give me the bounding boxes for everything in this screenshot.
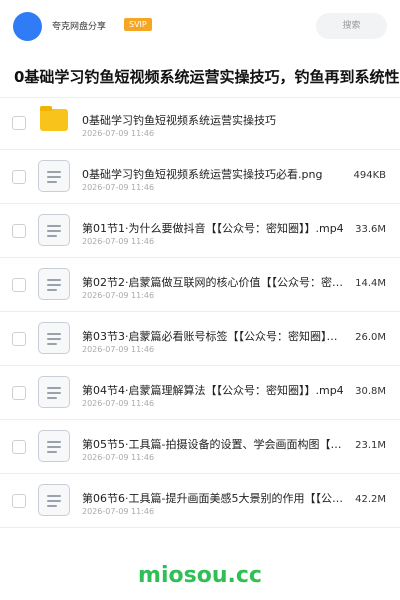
checkbox[interactable]: [12, 170, 26, 184]
file-row[interactable]: 0基础学习钓鱼短视频系统运营实操技巧 2026-07-09 11:46: [0, 96, 400, 150]
file-name: 第04节4·启蒙篇理解算法【【公众号：密知圈】】.mp4: [82, 384, 344, 397]
file-icon: [38, 214, 70, 246]
file-name: 第05节5·工具篇-拍摄设备的设置、学会画面构图【【公众号：密知圈】】.mp4: [82, 438, 344, 451]
checkbox[interactable]: [12, 386, 26, 400]
file-date: 2026-07-09 11:46: [82, 507, 155, 516]
file-row[interactable]: 第02节2·启蒙篇做互联网的核心价值【【公众号：密知圈】】.mp4 2026-07…: [0, 258, 400, 312]
file-row[interactable]: 第05节5·工具篇-拍摄设备的设置、学会画面构图【【公众号：密知圈】】.mp4 2…: [0, 420, 400, 474]
file-date: 2026-07-09 11:46: [82, 453, 155, 462]
file-row[interactable]: 第06节6·工具篇-提升画面美感5大景别的作用【【公众号：密知圈】】.mp4 20…: [0, 474, 400, 528]
file-size: 26.0M: [355, 332, 386, 343]
checkbox[interactable]: [12, 332, 26, 346]
file-name: 第01节1·为什么要做抖音【【公众号：密知圈】】.mp4: [82, 222, 344, 235]
file-size: 494KB: [353, 170, 386, 181]
file-size: 14.4M: [355, 278, 386, 289]
checkbox[interactable]: [12, 494, 26, 508]
file-name: 第03节3·启蒙篇必看账号标签【【公众号：密知圈】】.mp4: [82, 330, 344, 343]
top-bar: 夸克网盘分享 SVIP 搜索: [0, 0, 400, 52]
file-name: 第02节2·启蒙篇做互联网的核心价值【【公众号：密知圈】】.mp4: [82, 276, 344, 289]
file-date: 2026-07-09 11:46: [82, 399, 155, 408]
file-date: 2026-07-09 11:46: [82, 345, 155, 354]
file-size: 23.1M: [355, 440, 386, 451]
file-icon: [38, 322, 70, 354]
file-row[interactable]: 第03节3·启蒙篇必看账号标签【【公众号：密知圈】】.mp4 2026-07-09…: [0, 312, 400, 366]
watermark: miosou.cc: [138, 563, 262, 588]
file-size: 42.2M: [355, 494, 386, 505]
file-icon: [38, 484, 70, 516]
checkbox[interactable]: [12, 116, 26, 130]
file-size: 33.6M: [355, 224, 386, 235]
file-name: 0基础学习钓鱼短视频系统运营实操技巧: [82, 114, 276, 127]
file-icon: [38, 430, 70, 462]
file-icon: [38, 268, 70, 300]
title-bar: 0基础学习钓鱼短视频系统运营实操技巧，钓鱼再到系统性: [0, 52, 400, 98]
file-size: 30.8M: [355, 386, 386, 397]
file-name: 0基础学习钓鱼短视频系统运营实操技巧必看.png: [82, 168, 323, 181]
file-date: 2026-07-09 11:46: [82, 291, 155, 300]
file-row[interactable]: 第01节1·为什么要做抖音【【公众号：密知圈】】.mp4 2026-07-09 1…: [0, 204, 400, 258]
file-date: 2026-07-09 11:46: [82, 183, 155, 192]
file-row[interactable]: 0基础学习钓鱼短视频系统运营实操技巧必看.png 2026-07-09 11:46…: [0, 150, 400, 204]
checkbox[interactable]: [12, 224, 26, 238]
folder-icon: [40, 106, 68, 131]
app-name: 夸克网盘分享: [52, 22, 107, 32]
file-date: 2026-07-09 11:46: [82, 237, 155, 246]
avatar[interactable]: [13, 12, 42, 41]
file-icon: [38, 376, 70, 408]
file-date: 2026-07-09 11:46: [82, 129, 155, 138]
file-list: 0基础学习钓鱼短视频系统运营实操技巧 2026-07-09 11:46 0基础学习钓…: [0, 96, 400, 528]
file-icon: [38, 160, 70, 192]
checkbox[interactable]: [12, 278, 26, 292]
checkbox[interactable]: [12, 440, 26, 454]
file-row[interactable]: 第04节4·启蒙篇理解算法【【公众号：密知圈】】.mp4 2026-07-09 1…: [0, 366, 400, 420]
file-name: 第06节6·工具篇-提升画面美感5大景别的作用【【公众号：密知圈】】.mp4: [82, 492, 344, 505]
page-title: 0基础学习钓鱼短视频系统运营实操技巧，钓鱼再到系统性: [14, 68, 400, 86]
svip-badge: SVIP: [124, 18, 152, 31]
search-input[interactable]: 搜索: [316, 13, 387, 39]
